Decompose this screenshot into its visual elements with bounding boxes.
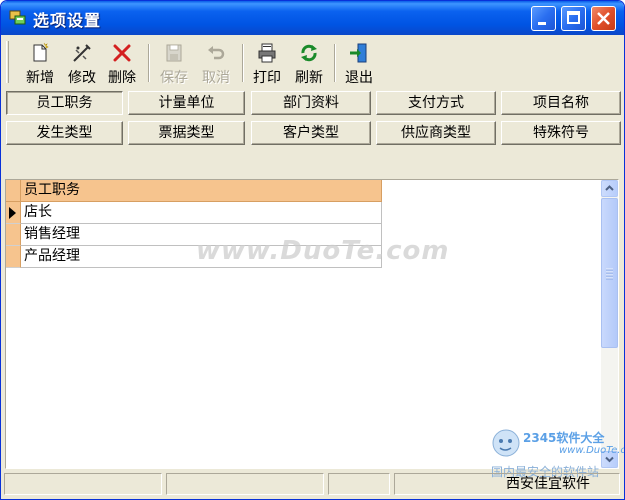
exit-button[interactable]: 退出 — [339, 41, 379, 86]
tab-unit-of-measure[interactable]: 计量单位 — [128, 91, 245, 115]
tab-special-symbol[interactable]: 特殊符号 — [501, 121, 621, 145]
printer-icon — [258, 43, 276, 63]
edit-button[interactable]: 修改 — [62, 41, 102, 86]
tab-department[interactable]: 部门资料 — [251, 91, 371, 115]
cancel-button-label: 取消 — [202, 70, 230, 86]
app-icon — [9, 10, 26, 25]
new-file-icon — [33, 42, 49, 62]
new-button[interactable]: 新增 — [20, 41, 60, 86]
close-button[interactable] — [591, 6, 616, 31]
close-icon — [597, 12, 610, 25]
tab-occurrence-type[interactable]: 发生类型 — [6, 121, 123, 145]
grid-header-indicator — [6, 180, 21, 202]
tab-employee-position[interactable]: 员工职务 — [6, 91, 123, 115]
print-button-label: 打印 — [253, 70, 281, 86]
chevron-up-icon — [605, 185, 614, 191]
cancel-button[interactable]: 取消 — [196, 41, 236, 86]
tab-customer-type[interactable]: 客户类型 — [251, 121, 371, 145]
scroll-thumb[interactable] — [601, 198, 618, 348]
new-button-label: 新增 — [26, 70, 54, 86]
row-indicator[interactable] — [6, 246, 21, 268]
window-title: 选项设置 — [33, 11, 102, 30]
scroll-up-button[interactable] — [601, 180, 618, 197]
toolbar-grip[interactable] — [6, 41, 9, 83]
title-bar[interactable]: 选项设置 — [1, 1, 624, 35]
watermark: www.DuoTe.com — [196, 236, 450, 266]
delete-x-icon — [113, 44, 131, 62]
exit-door-icon — [350, 43, 367, 63]
undo-icon — [208, 46, 225, 60]
options-window: 选项设置 新增 修改 删除 保存 取消 打印 刷新 退出 员工职务 计量单位 部… — [0, 0, 625, 500]
delete-button-label: 删除 — [108, 70, 136, 86]
edit-icon — [73, 44, 91, 62]
minimize-button[interactable] — [531, 6, 556, 31]
maximize-button[interactable] — [561, 6, 586, 31]
save-icon — [166, 44, 182, 62]
logo-title: 2345软件大全 — [523, 431, 605, 445]
logo-url: www.DuoTe.com — [559, 445, 624, 456]
save-button-label: 保存 — [160, 70, 188, 86]
delete-button[interactable]: 删除 — [102, 41, 142, 86]
toolbar: 新增 修改 删除 保存 取消 打印 刷新 退出 — [4, 36, 621, 86]
minimize-icon — [538, 22, 546, 25]
status-pane — [328, 473, 390, 495]
tab-project-name[interactable]: 项目名称 — [501, 91, 621, 115]
site-logo: 2345软件大全 www.DuoTe.com 国内最安全的软件站 — [489, 425, 624, 479]
grid-header-row: 员工职务 — [6, 180, 383, 202]
grid-column-header[interactable]: 员工职务 — [21, 180, 382, 202]
status-pane — [4, 473, 162, 495]
maximize-icon — [567, 11, 580, 24]
exit-button-label: 退出 — [345, 70, 373, 86]
mascot-icon — [492, 429, 520, 457]
current-row-arrow-icon — [9, 207, 16, 219]
tab-bill-type[interactable]: 票据类型 — [128, 121, 245, 145]
status-pane — [166, 473, 324, 495]
refresh-button[interactable]: 刷新 — [289, 41, 329, 86]
row-indicator[interactable] — [6, 202, 21, 224]
row-indicator[interactable] — [6, 224, 21, 246]
print-button[interactable]: 打印 — [247, 41, 287, 86]
save-button[interactable]: 保存 — [154, 41, 194, 86]
company-name: 西安佳宜软件 — [506, 476, 590, 492]
refresh-icon — [301, 44, 317, 62]
grip-lines-icon — [606, 268, 613, 280]
refresh-button-label: 刷新 — [295, 70, 323, 86]
table-row[interactable]: 店长 — [6, 202, 383, 224]
tab-payment-method[interactable]: 支付方式 — [376, 91, 496, 115]
table-cell[interactable]: 店长 — [21, 202, 382, 224]
tab-supplier-type[interactable]: 供应商类型 — [376, 121, 496, 145]
